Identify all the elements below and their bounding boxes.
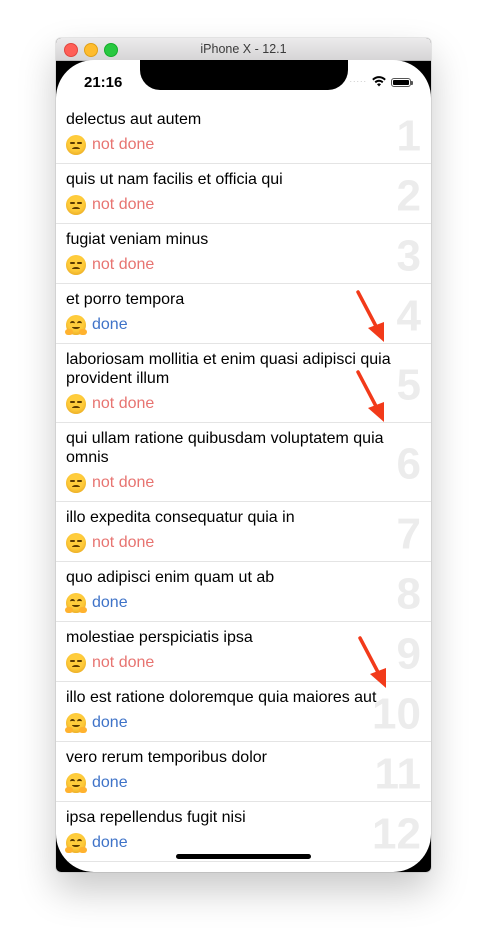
hugging-face-emoji-icon xyxy=(65,593,87,613)
hugging-face-emoji-icon xyxy=(65,315,87,335)
todo-title: illo expedita consequatur quia in xyxy=(66,509,295,526)
status-label: done xyxy=(92,594,128,611)
todo-row[interactable]: 1 delectus aut autem not done xyxy=(56,104,431,164)
status-label: done xyxy=(92,774,128,791)
todo-row[interactable]: 11 vero rerum temporibus dolor done xyxy=(56,742,431,802)
status-label: not done xyxy=(92,256,155,273)
status-label: not done xyxy=(92,534,155,551)
todo-status: not done xyxy=(66,473,419,501)
status-label: done xyxy=(92,316,128,333)
disappointed-face-emoji-icon xyxy=(66,533,86,553)
hugging-face-emoji-icon xyxy=(65,773,87,793)
todo-row[interactable]: 2 quis ut nam facilis et officia qui not d… xyxy=(56,164,431,224)
disappointed-face-emoji-icon xyxy=(66,473,86,493)
status-label: done xyxy=(92,714,128,731)
status-label: not done xyxy=(92,654,155,671)
wifi-icon xyxy=(372,76,386,87)
annotation-arrow-2 xyxy=(356,370,384,422)
annotation-arrow-3 xyxy=(358,636,386,688)
disappointed-face-emoji-icon xyxy=(66,195,86,215)
todo-status: not done xyxy=(66,195,419,223)
device-notch xyxy=(140,60,348,90)
todo-title: illo est ratione doloremque quia maiores… xyxy=(66,689,377,706)
todo-list[interactable]: 1 delectus aut autem not done 2 quis ut nam … xyxy=(56,104,431,872)
status-label: not done xyxy=(92,196,155,213)
status-bar-time: 21:16 xyxy=(84,74,123,91)
todo-status: not done xyxy=(66,135,419,163)
todo-row[interactable]: 10 illo est ratione doloremque quia maior… xyxy=(56,682,431,742)
window-title: iPhone X - 12.1 xyxy=(200,42,287,56)
cellular-signal-icon: ..... xyxy=(349,74,367,84)
home-indicator[interactable] xyxy=(176,854,311,859)
disappointed-face-emoji-icon xyxy=(66,255,86,275)
todo-status: done xyxy=(65,713,419,741)
disappointed-face-emoji-icon xyxy=(66,394,86,414)
todo-row[interactable]: 3 fugiat veniam minus not done xyxy=(56,224,431,284)
todo-title: ipsa repellendus fugit nisi xyxy=(66,809,246,826)
status-label: done xyxy=(92,834,128,851)
todo-row[interactable]: 6 qui ullam ratione quibusdam voluptatem … xyxy=(56,423,431,502)
todo-title: vero rerum temporibus dolor xyxy=(66,749,267,766)
simulator-window: iPhone X - 12.1 21:16 ..... 1 delectus au… xyxy=(56,38,431,872)
todo-title: quis ut nam facilis et officia qui xyxy=(66,171,283,188)
annotation-arrow-1 xyxy=(356,290,384,342)
todo-row[interactable]: 7 illo expedita consequatur quia in not do… xyxy=(56,502,431,562)
todo-title: fugiat veniam minus xyxy=(66,231,209,248)
battery-icon xyxy=(391,78,413,87)
window-titlebar: iPhone X - 12.1 xyxy=(56,38,431,61)
hugging-face-emoji-icon xyxy=(65,713,87,733)
todo-status: done xyxy=(65,773,419,801)
todo-title: qui ullam ratione quibusdam voluptatem q… xyxy=(66,430,384,466)
todo-status: not done xyxy=(66,533,419,561)
phone-screen: 21:16 ..... 1 delectus aut autem not done 2… xyxy=(56,60,431,872)
todo-title: quo adipisci enim quam ut ab xyxy=(66,569,275,586)
disappointed-face-emoji-icon xyxy=(66,135,86,155)
todo-row[interactable]: 12 ipsa repellendus fugit nisi done xyxy=(56,802,431,862)
status-label: not done xyxy=(92,395,155,412)
todo-row[interactable]: 8 quo adipisci enim quam ut ab done xyxy=(56,562,431,622)
status-label: not done xyxy=(92,136,155,153)
hugging-face-emoji-icon xyxy=(65,833,87,853)
todo-status: not done xyxy=(66,255,419,283)
todo-title: delectus aut autem xyxy=(66,111,202,128)
todo-status: done xyxy=(65,593,419,621)
disappointed-face-emoji-icon xyxy=(66,653,86,673)
status-label: not done xyxy=(92,474,155,491)
